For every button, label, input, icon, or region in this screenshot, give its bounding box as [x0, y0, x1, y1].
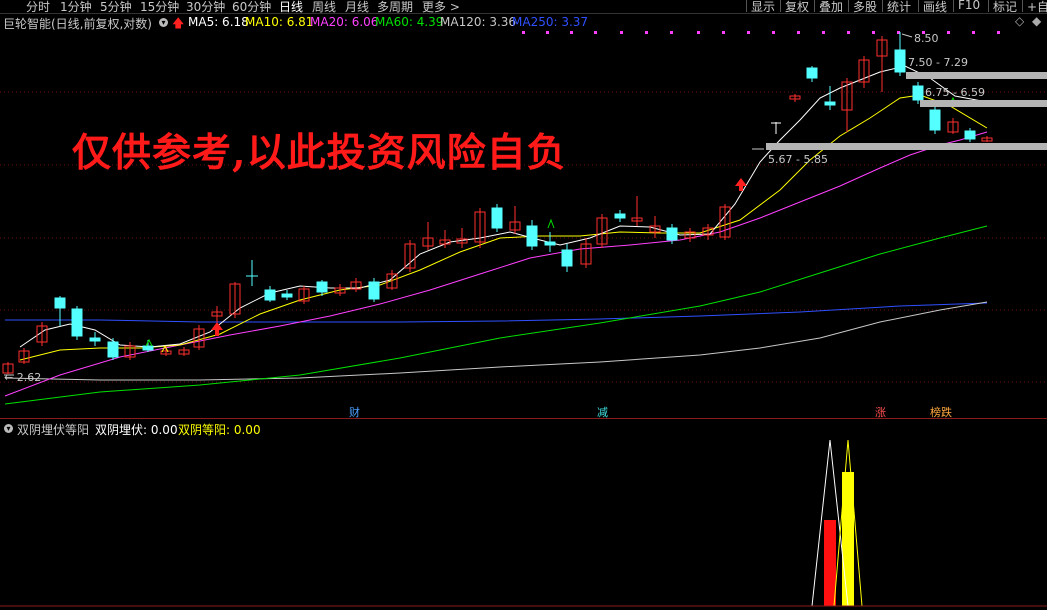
ma250-line	[5, 302, 988, 323]
ma120-line	[4, 301, 988, 381]
ma60-line	[4, 225, 988, 405]
high-price-label: 8.50	[914, 32, 939, 45]
buy-arrow-icons	[211, 178, 747, 336]
disclaimer-watermark: 仅供参考,以此投资风险自负	[72, 130, 567, 176]
indicator-line2-label: 双阴等阳: 0.00	[178, 423, 261, 437]
candlesticks	[2, 32, 993, 374]
indicator-info-bar: ▾ 双阴埋伏等阳 双阴埋伏: 0.00 双阴等阳: 0.00	[0, 421, 1047, 438]
band3-label: 5.67 - 5.85	[768, 153, 828, 166]
high-marker	[901, 33, 913, 38]
indicator-name[interactable]: 双阴埋伏等阳	[17, 421, 89, 438]
chart-canvas	[0, 31, 1047, 607]
band1-label: 7.50 - 7.29	[908, 56, 968, 69]
indicator-line1-label: 双阴埋伏: 0.00	[95, 423, 178, 437]
indicator-chevron-down-icon[interactable]: ▾	[4, 424, 13, 433]
low-price-label: ← 2.62	[4, 371, 42, 384]
band2-label: 6.75 - 6.59	[925, 86, 985, 99]
panel-divider	[0, 418, 1047, 419]
indicator-bars	[811, 439, 863, 607]
